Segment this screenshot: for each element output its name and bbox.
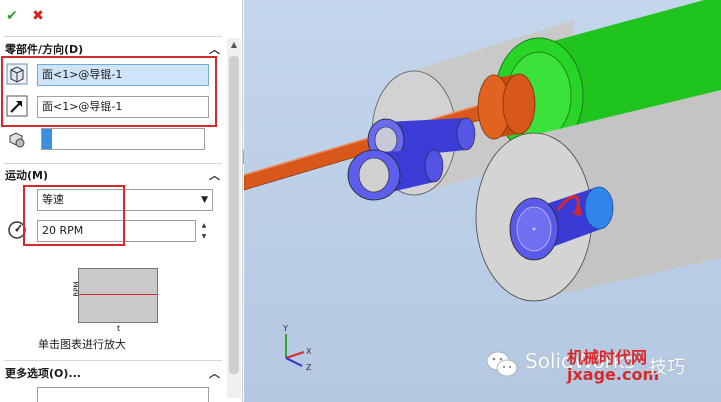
cross-icon: ✖ — [32, 8, 44, 24]
graph-xlabel: t — [117, 324, 121, 333]
triad-y-label: Y — [282, 324, 288, 333]
section-motion-header[interactable]: 运动(M) ︿ — [0, 167, 226, 185]
collapse-chevron-icon[interactable]: ︿ — [209, 41, 220, 59]
divider — [4, 163, 222, 164]
axis-triad: Y X Z — [282, 324, 312, 372]
section-more-options-title: 更多选项(O)... — [5, 367, 81, 380]
reference-field[interactable] — [41, 128, 205, 150]
assembly-scene: Y X Z — [244, 0, 721, 372]
ok-button[interactable]: ✔ — [2, 6, 22, 26]
divider — [4, 36, 222, 37]
check-icon: ✔ — [6, 8, 18, 24]
graphics-viewport[interactable]: Y X Z — [244, 0, 721, 402]
motion-type-value: 等速 — [42, 193, 64, 206]
motion-type-select[interactable]: 等速 ▼ — [37, 189, 213, 211]
cancel-button[interactable]: ✖ — [28, 6, 48, 26]
collapse-chevron-icon[interactable]: ︿ — [209, 365, 220, 383]
graph-ylabel: RPM — [72, 281, 81, 297]
collapse-chevron-icon[interactable]: ︿ — [209, 167, 220, 185]
section-more-options-header[interactable]: 更多选项(O)... ︿ — [0, 365, 226, 383]
triad-z-label: Z — [306, 363, 312, 372]
decrement-arrow-icon[interactable]: ▼ — [198, 231, 210, 242]
direction-selection-field[interactable]: 面<1>@导锟-1 — [37, 96, 209, 118]
watermark: SolidWorks 机械时代网 jxage.com 技巧 — [485, 343, 715, 399]
panel-toolbar: ✔ ✖ — [0, 0, 242, 32]
section-components-title: 零部件/方向(D) — [5, 43, 84, 56]
divider — [4, 360, 222, 361]
watermark-site-url: jxage.com — [567, 365, 660, 384]
property-manager-panel: ✔ ✖ 零部件/方向(D) ︿ 面<1>@导锟-1 面<1>@导锟-1 运动(M… — [0, 0, 243, 402]
section-components-header[interactable]: 零部件/方向(D) ︿ — [0, 41, 226, 59]
more-options-field[interactable] — [37, 387, 209, 402]
graph-profile-line — [79, 294, 157, 295]
orange-hub — [477, 73, 536, 140]
scrollbar-thumb[interactable] — [229, 56, 239, 374]
wechat-icon — [486, 351, 518, 377]
blue-bearing-lower — [347, 149, 444, 201]
speed-stepper[interactable]: ▲ ▼ — [198, 220, 210, 242]
direction-selection-value: 面<1>@导锟-1 — [42, 100, 123, 113]
watermark-tips-text: 技巧 — [649, 357, 685, 378]
speed-value: 20 RPM — [42, 224, 84, 237]
face-select-icon — [6, 63, 28, 85]
chevron-down-icon: ▼ — [201, 195, 208, 205]
reference-component-icon — [6, 128, 28, 150]
scroll-up-arrow-icon[interactable]: ▲ — [227, 40, 241, 49]
speed-input[interactable]: 20 RPM — [37, 220, 196, 242]
graph-hint-text: 单击图表进行放大 — [38, 338, 126, 351]
section-motion-title: 运动(M) — [5, 169, 49, 182]
motion-profile-graph[interactable]: RPM t — [73, 268, 158, 333]
direction-arrow-icon[interactable] — [6, 95, 28, 117]
triad-x-label: X — [306, 347, 312, 356]
increment-arrow-icon[interactable]: ▲ — [198, 220, 210, 231]
face-selection-value: 面<1>@导锟-1 — [42, 68, 123, 81]
speed-gauge-icon — [6, 219, 28, 241]
panel-scrollbar[interactable]: ▲ — [227, 38, 241, 398]
reference-field-marker — [42, 129, 52, 149]
face-selection-field[interactable]: 面<1>@导锟-1 — [37, 64, 209, 86]
